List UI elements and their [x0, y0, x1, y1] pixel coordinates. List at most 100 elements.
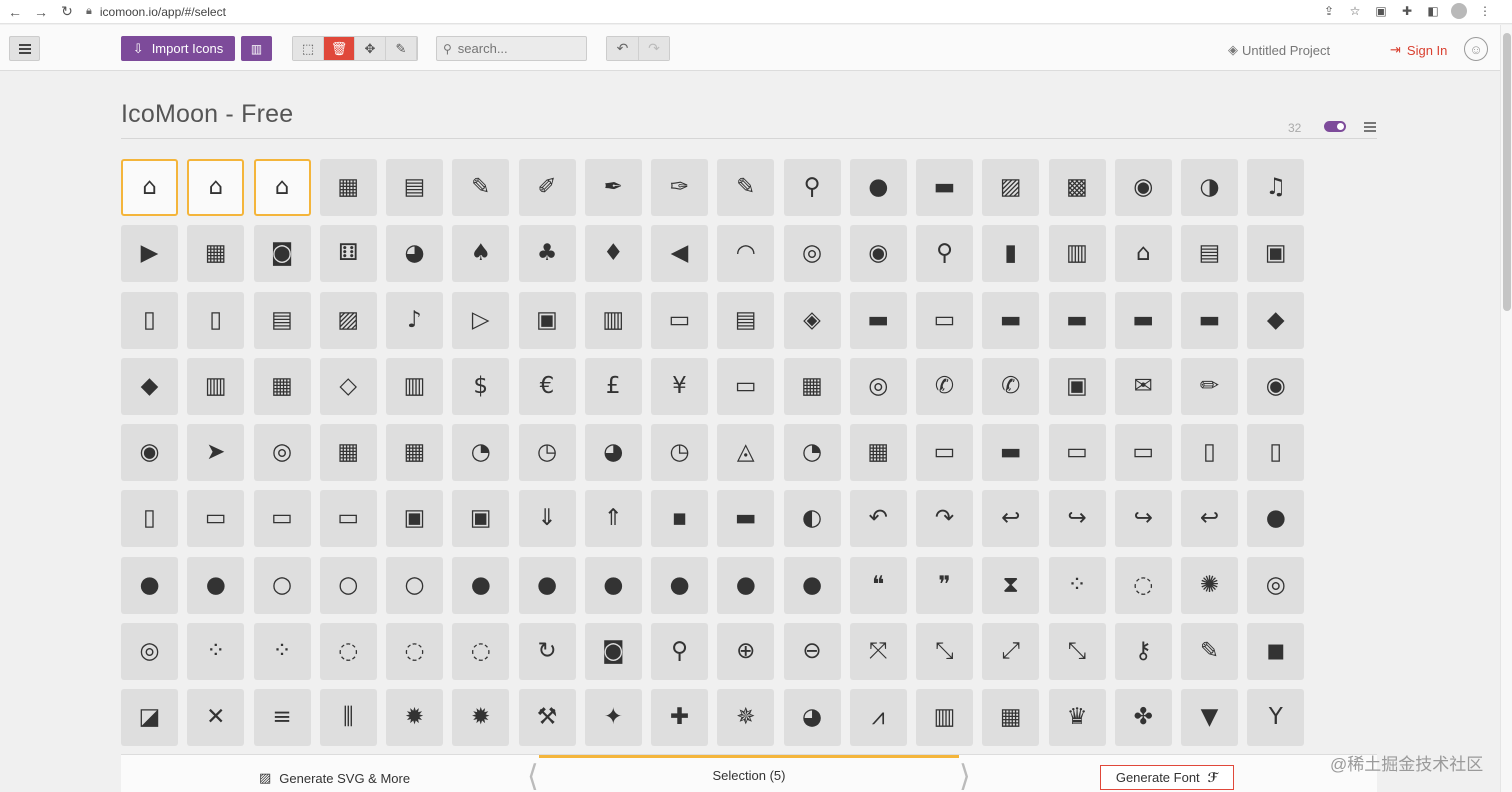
icon-tile[interactable]: ▭	[1114, 424, 1172, 481]
sidepanel-icon[interactable]: ◧	[1424, 2, 1442, 20]
icon-tile[interactable]: Y	[1247, 689, 1305, 746]
icon-tile[interactable]: ✵	[717, 689, 775, 746]
icon-tile[interactable]: ▨	[319, 291, 377, 349]
icon-tile[interactable]: ▯	[121, 490, 178, 548]
icon-tile[interactable]: ⚲	[916, 225, 973, 283]
icon-tile[interactable]: ▥	[916, 689, 973, 746]
icon-tile[interactable]: ✎	[717, 159, 775, 216]
set-toggle[interactable]	[1324, 121, 1346, 132]
icon-tile[interactable]: ✚	[651, 689, 708, 746]
icon-tile[interactable]: ⤡	[1048, 622, 1106, 680]
icon-tile[interactable]: ▦	[386, 424, 443, 481]
icon-tile[interactable]: ▬	[717, 490, 775, 548]
icon-tile[interactable]: ▷	[452, 291, 510, 349]
icon-tile[interactable]: ♫	[1247, 159, 1305, 216]
icon-tile[interactable]: ▬	[982, 424, 1040, 481]
main-menu-button[interactable]	[9, 36, 40, 61]
icon-tile[interactable]: ▦	[253, 357, 311, 415]
icon-tile[interactable]: ▬	[982, 291, 1040, 349]
icon-tile[interactable]: ✹	[386, 689, 443, 746]
icon-tile[interactable]: ▭	[1048, 424, 1106, 481]
icon-tile[interactable]: ◕	[783, 689, 841, 746]
puzzle-icon[interactable]: ✚	[1398, 2, 1416, 20]
address-bar[interactable]: 🔒︎ icomoon.io/app/#/select	[86, 1, 226, 23]
icon-tile[interactable]: ▬	[1181, 291, 1238, 349]
icon-tile[interactable]: ▦	[783, 357, 841, 415]
icon-tile[interactable]: ✏	[1181, 357, 1238, 415]
icon-tile[interactable]: ▦	[319, 424, 377, 481]
icon-tile[interactable]: ▬	[1114, 291, 1172, 349]
icon-tile[interactable]: ◕	[386, 225, 443, 283]
icon-tile[interactable]: ⚒	[518, 689, 576, 746]
icon-tile[interactable]: ▭	[651, 291, 708, 349]
icon-tile[interactable]: ◑	[1181, 159, 1238, 216]
undo-button[interactable]: ↶	[607, 37, 638, 60]
selection-tab[interactable]: Selection (5)	[539, 755, 959, 792]
icon-tile[interactable]: ♠	[452, 225, 510, 283]
icon-tile[interactable]: ↪	[1048, 490, 1106, 548]
icon-tile[interactable]: £	[584, 357, 642, 415]
icon-tile[interactable]: €	[518, 357, 576, 415]
icon-tile[interactable]: ▣	[518, 291, 576, 349]
icon-tile[interactable]: ●	[717, 556, 775, 614]
icon-tile[interactable]: ✆	[982, 357, 1040, 415]
icon-tile[interactable]: ✑	[651, 159, 708, 216]
icon-tile[interactable]: ▯	[187, 291, 245, 349]
icon-tile[interactable]: ✹	[452, 689, 510, 746]
icon-tile[interactable]: ▩	[1048, 159, 1106, 216]
icon-tile[interactable]: ◀	[651, 225, 708, 283]
icon-tile[interactable]: ↷	[916, 490, 973, 548]
search-input[interactable]	[457, 41, 578, 56]
icon-tile[interactable]: ⌂	[121, 159, 178, 216]
icon-tile[interactable]: ▤	[717, 291, 775, 349]
icon-tile[interactable]: ◕	[584, 424, 642, 481]
icon-tile[interactable]: ✦	[584, 689, 642, 746]
icon-tile[interactable]: ◎	[849, 357, 907, 415]
set-menu-icon[interactable]	[1364, 121, 1376, 133]
import-icons-button[interactable]: ⇩ Import Icons	[121, 36, 235, 61]
icon-tile[interactable]: ♣	[518, 225, 576, 283]
bookmark-star-icon[interactable]: ☆	[1346, 2, 1364, 20]
user-smiley-icon[interactable]: ☺	[1464, 37, 1488, 61]
icon-tile[interactable]: ▦	[982, 689, 1040, 746]
forward-arrow-icon[interactable]: →	[30, 1, 52, 23]
redo-button[interactable]: ↷	[638, 37, 669, 60]
icon-tile[interactable]: ▪	[651, 490, 708, 548]
icon-tile[interactable]: ▤	[253, 291, 311, 349]
icon-tile[interactable]: ➤	[187, 424, 245, 481]
icon-tile[interactable]: ▮	[982, 225, 1040, 283]
icon-tile[interactable]: ◷	[518, 424, 576, 481]
icon-tile[interactable]: ✤	[1114, 689, 1172, 746]
icon-tile[interactable]: ⊕	[717, 622, 775, 680]
icon-tile[interactable]: ⌂	[187, 159, 245, 216]
icon-tile[interactable]: ⤧	[849, 622, 907, 680]
icon-tile[interactable]: ▣	[1048, 357, 1106, 415]
icon-tile[interactable]: ▭	[717, 357, 775, 415]
icon-tile[interactable]: ◷	[651, 424, 708, 481]
search-box[interactable]: ⚲	[436, 36, 587, 61]
icon-tile[interactable]: ◙	[253, 225, 311, 283]
icon-tile[interactable]: ⁘	[253, 622, 311, 680]
icon-tile[interactable]: ▼	[1181, 689, 1238, 746]
icon-tile[interactable]: ▥	[584, 291, 642, 349]
icon-tile[interactable]: ⇓	[518, 490, 576, 548]
icon-tile[interactable]: ▦	[849, 424, 907, 481]
share-icon[interactable]: ⇪	[1320, 2, 1338, 20]
icon-tile[interactable]: ✺	[1181, 556, 1238, 614]
extension-badge-icon[interactable]: ▣	[1372, 2, 1390, 20]
icon-tile[interactable]: ●	[849, 159, 907, 216]
icon-tile[interactable]: ⤢	[982, 622, 1040, 680]
sign-in-link[interactable]: ⇥ Sign In	[1390, 42, 1447, 58]
icon-tile[interactable]: ●	[584, 556, 642, 614]
icon-tile[interactable]: ▭	[253, 490, 311, 548]
icon-tile[interactable]: ≡	[253, 689, 311, 746]
move-tool-button[interactable]: ✥	[355, 37, 386, 60]
icon-tile[interactable]: ↻	[518, 622, 576, 680]
icon-tile[interactable]: ✒	[584, 159, 642, 216]
icon-tile[interactable]: ◉	[1114, 159, 1172, 216]
icon-tile[interactable]: ▭	[187, 490, 245, 548]
scroll-thumb[interactable]	[1503, 33, 1511, 311]
icon-tile[interactable]: ⊖	[783, 622, 841, 680]
icon-tile[interactable]: ▭	[916, 424, 973, 481]
icon-tile[interactable]: ✎	[452, 159, 510, 216]
